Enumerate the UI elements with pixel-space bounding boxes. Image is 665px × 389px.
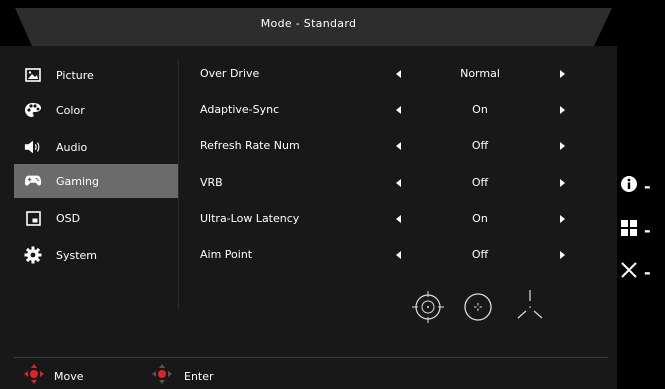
crosshair-tripod-icon[interactable] <box>512 287 548 327</box>
hotkey-mode[interactable]: - <box>620 220 664 240</box>
sidebar-item-osd[interactable]: OSD <box>14 201 178 235</box>
hotkey-dash: - <box>644 262 651 282</box>
arrow-left-icon[interactable] <box>396 179 401 187</box>
arrow-left-icon[interactable] <box>396 215 401 223</box>
arrow-right-icon[interactable] <box>560 70 565 78</box>
title-bar: Mode - Standard <box>0 0 617 46</box>
hotkey-close[interactable]: - <box>620 262 664 282</box>
picture-icon <box>24 66 42 84</box>
setting-aim-point[interactable]: Aim Point Off <box>200 245 580 265</box>
speaker-icon <box>24 138 42 156</box>
joystick-move-icon <box>24 364 44 388</box>
sidebar-item-label: Audio <box>56 140 88 154</box>
arrow-left-icon[interactable] <box>396 106 401 114</box>
setting-value: Normal <box>460 67 500 80</box>
setting-refresh-rate-num[interactable]: Refresh Rate Num Off <box>200 136 580 156</box>
osd-window-icon <box>24 209 42 227</box>
arrow-right-icon[interactable] <box>560 179 565 187</box>
arrow-right-icon[interactable] <box>560 215 565 223</box>
sidebar: Picture Color Audio Gaming OSD System <box>0 46 178 346</box>
setting-label: Refresh Rate Num <box>200 139 300 152</box>
page-title: Mode - Standard <box>260 17 357 30</box>
joystick-enter-icon <box>150 364 174 388</box>
setting-label: Over Drive <box>200 67 260 80</box>
hotkey-dash: - <box>644 176 651 196</box>
sidebar-item-label: Gaming <box>56 174 99 188</box>
arrow-right-icon[interactable] <box>560 251 565 259</box>
sidebar-item-gaming[interactable]: Gaming <box>14 164 178 198</box>
gamepad-icon <box>24 172 42 190</box>
crosshair-circle-icon[interactable] <box>410 287 446 327</box>
palette-icon <box>24 101 42 119</box>
setting-value: On <box>472 103 488 116</box>
footer-move: Move <box>24 364 84 388</box>
divider <box>178 60 179 310</box>
setting-label: VRB <box>200 176 223 189</box>
sidebar-item-label: Color <box>56 103 85 117</box>
sidebar-item-system[interactable]: System <box>14 238 178 272</box>
osd-menu: Mode - Standard Picture Color Audio Gami… <box>0 0 617 389</box>
setting-value: On <box>472 212 488 225</box>
arrow-right-icon[interactable] <box>560 142 565 150</box>
arrow-left-icon[interactable] <box>396 142 401 150</box>
setting-value: Off <box>471 176 489 189</box>
arrow-left-icon[interactable] <box>396 70 401 78</box>
setting-ultra-low-latency[interactable]: Ultra-Low Latency On <box>200 209 580 229</box>
setting-value: Off <box>471 248 489 261</box>
gear-icon <box>24 246 42 264</box>
sidebar-item-picture[interactable]: Picture <box>14 58 178 92</box>
footer-enter: Enter <box>150 364 214 388</box>
hotkey-dash: - <box>644 220 651 240</box>
sidebar-item-label: System <box>56 248 98 262</box>
arrow-left-icon[interactable] <box>396 251 401 259</box>
setting-label: Adaptive-Sync <box>200 103 280 116</box>
setting-value: Off <box>471 139 489 152</box>
setting-label: Ultra-Low Latency <box>200 212 300 225</box>
arrow-right-icon[interactable] <box>560 106 565 114</box>
footer-enter-label: Enter <box>184 369 214 383</box>
hotkey-info[interactable]: - <box>620 176 664 196</box>
footer-move-label: Move <box>54 369 84 383</box>
setting-vrb[interactable]: VRB Off <box>200 173 580 193</box>
grid-icon <box>620 219 638 241</box>
sidebar-item-color[interactable]: Color <box>14 93 178 127</box>
info-icon <box>620 175 638 197</box>
sidebar-item-label: Picture <box>56 68 94 82</box>
setting-over-drive[interactable]: Over Drive Normal <box>200 64 580 84</box>
sidebar-item-label: OSD <box>56 211 81 225</box>
sidebar-item-audio[interactable]: Audio <box>14 130 178 164</box>
crosshair-dot-icon[interactable] <box>460 287 496 327</box>
footer-divider <box>14 357 608 358</box>
close-icon <box>620 261 638 283</box>
setting-label: Aim Point <box>200 248 253 261</box>
setting-adaptive-sync[interactable]: Adaptive-Sync On <box>200 100 580 120</box>
